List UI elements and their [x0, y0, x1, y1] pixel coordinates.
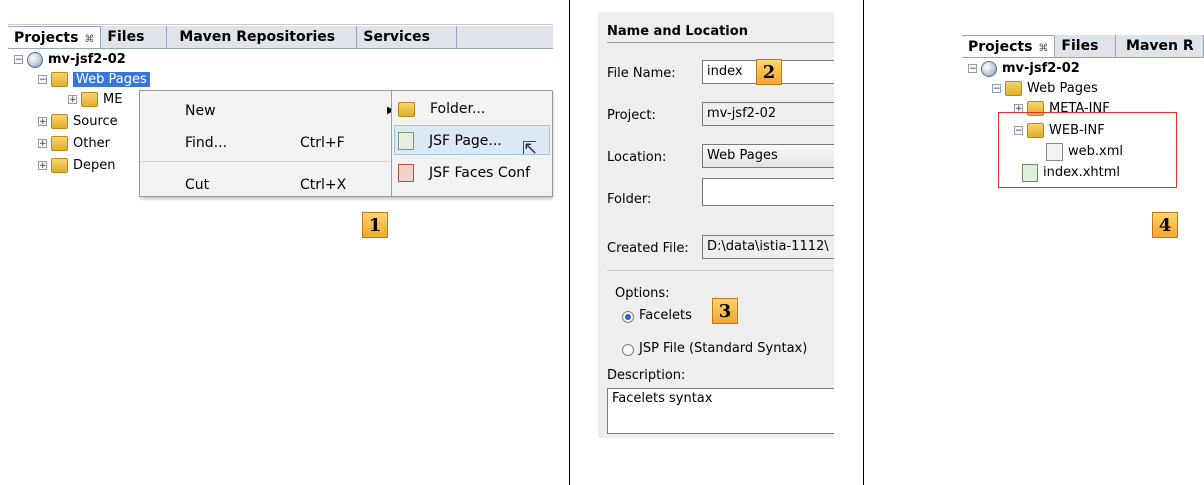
menu-item-find[interactable]: Find... — [185, 131, 227, 155]
jsf-config-icon — [398, 164, 414, 182]
tab-bar: Projects ⌘ Files Maven R — [962, 35, 1204, 58]
step-badge-1: 1 — [362, 212, 388, 238]
tree-row-other[interactable]: + Other — [38, 134, 110, 154]
source-label: Source — [73, 114, 118, 129]
cursor-icon: ⇱ — [522, 138, 538, 159]
expand-icon[interactable]: + — [38, 117, 47, 127]
submenu-item-jsf-faces-config[interactable]: JSF Faces Conf — [398, 161, 530, 185]
menu-item-new[interactable]: New — [185, 99, 216, 123]
dependencies-label: Depen — [73, 158, 116, 173]
step-badge-4: 4 — [1152, 212, 1178, 238]
source-folder-icon — [51, 114, 68, 129]
tab-projects[interactable]: Projects ⌘ — [962, 35, 1056, 57]
expand-icon[interactable]: + — [38, 139, 47, 149]
other-label: Other — [73, 136, 110, 151]
folder-icon — [81, 92, 98, 107]
location-dropdown[interactable]: Web Pages — [702, 144, 834, 168]
jsp-file-label: JSP File (Standard Syntax) — [639, 341, 808, 356]
created-file-label: Created File: — [607, 241, 689, 256]
panel-top-strip — [8, 10, 553, 25]
project-globe-icon — [27, 51, 43, 68]
location-label: Location: — [607, 150, 667, 165]
tree-row-dependencies[interactable]: + Depen — [38, 156, 116, 176]
tree-row-web-pages[interactable]: − Web Pages — [992, 79, 1098, 99]
close-icon[interactable]: ⌘ — [1038, 43, 1048, 54]
folder-field[interactable] — [702, 178, 834, 206]
tab-services[interactable]: Services — [357, 26, 458, 48]
tree-row-source[interactable]: + Source — [38, 112, 118, 132]
options-label: Options: — [615, 286, 670, 301]
jsp-file-radio[interactable] — [622, 344, 634, 356]
section-title: Name and Location — [607, 24, 748, 39]
collapse-icon[interactable]: − — [38, 75, 47, 85]
tab-maven-repositories[interactable]: Maven R — [1116, 35, 1204, 57]
facelets-radio[interactable] — [622, 311, 634, 323]
description-box: Facelets syntax — [607, 388, 834, 434]
expand-icon[interactable]: + — [38, 161, 47, 171]
tab-projects[interactable]: Projects ⌘ — [8, 26, 102, 48]
section-divider — [607, 42, 834, 43]
project-label: Project: — [607, 108, 656, 123]
separator-right — [863, 0, 864, 485]
tree-row-meta[interactable]: + ME — [68, 90, 122, 110]
new-submenu: Folder... JSF Page... ⇱ JSF Faces Conf — [391, 90, 553, 197]
tab-maven-repositories[interactable]: Maven Repositories — [167, 26, 358, 48]
tab-files[interactable]: Files — [101, 26, 168, 48]
collapse-icon[interactable]: − — [968, 64, 977, 74]
step-badge-2: 2 — [756, 59, 782, 85]
options-divider — [607, 270, 834, 271]
folder-icon — [398, 101, 415, 117]
tab-projects-label: Projects — [14, 30, 79, 46]
step-badge-3: 3 — [712, 298, 738, 324]
other-folder-icon — [51, 136, 68, 151]
meta-label: ME — [103, 92, 123, 107]
web-pages-folder-icon — [1005, 81, 1022, 96]
facelets-label: Facelets — [639, 308, 692, 323]
collapse-icon[interactable]: − — [992, 84, 1001, 94]
menu-item-cut[interactable]: Cut — [185, 173, 209, 196]
submenu-item-jsf-page[interactable]: JSF Page... — [398, 129, 502, 153]
menu-shortcut-find: Ctrl+F — [300, 135, 345, 151]
project-field: mv-jsf2-02 — [702, 102, 834, 126]
collapse-icon[interactable]: − — [14, 55, 23, 65]
highlight-box — [998, 112, 1177, 188]
separator-left — [569, 0, 570, 485]
tab-files[interactable]: Files — [1055, 35, 1117, 57]
expand-icon[interactable]: + — [68, 95, 77, 105]
new-jsf-wizard-panel: Name and Location File Name: index Proje… — [598, 12, 834, 438]
tab-bar: Projects ⌘ Files Maven Repositories Servi… — [8, 26, 553, 49]
web-pages-label: Web Pages — [73, 72, 150, 87]
menu-shortcut-cut: Ctrl+X — [300, 177, 347, 193]
folder-label: Folder: — [607, 192, 652, 207]
project-name: mv-jsf2-02 — [48, 52, 126, 67]
dependencies-folder-icon — [51, 158, 68, 173]
tab-projects-label: Projects — [968, 39, 1033, 55]
web-pages-label: Web Pages — [1027, 81, 1098, 96]
tree-row-web-pages[interactable]: − Web Pages — [38, 70, 150, 90]
web-pages-folder-icon — [51, 72, 68, 87]
project-globe-icon — [981, 60, 997, 77]
project-name: mv-jsf2-02 — [1002, 61, 1080, 76]
close-icon[interactable]: ⌘ — [84, 34, 94, 45]
tree-row-project[interactable]: − mv-jsf2-02 — [968, 59, 1080, 79]
submenu-item-folder[interactable]: Folder... — [398, 97, 485, 121]
menu-separator — [140, 161, 390, 162]
created-file-field: D:\data\istia-1112\ — [702, 235, 834, 259]
file-name-label: File Name: — [607, 66, 676, 81]
tree-row-project[interactable]: − mv-jsf2-02 — [14, 50, 126, 70]
description-label: Description: — [607, 368, 686, 383]
jsf-page-icon — [398, 132, 414, 150]
